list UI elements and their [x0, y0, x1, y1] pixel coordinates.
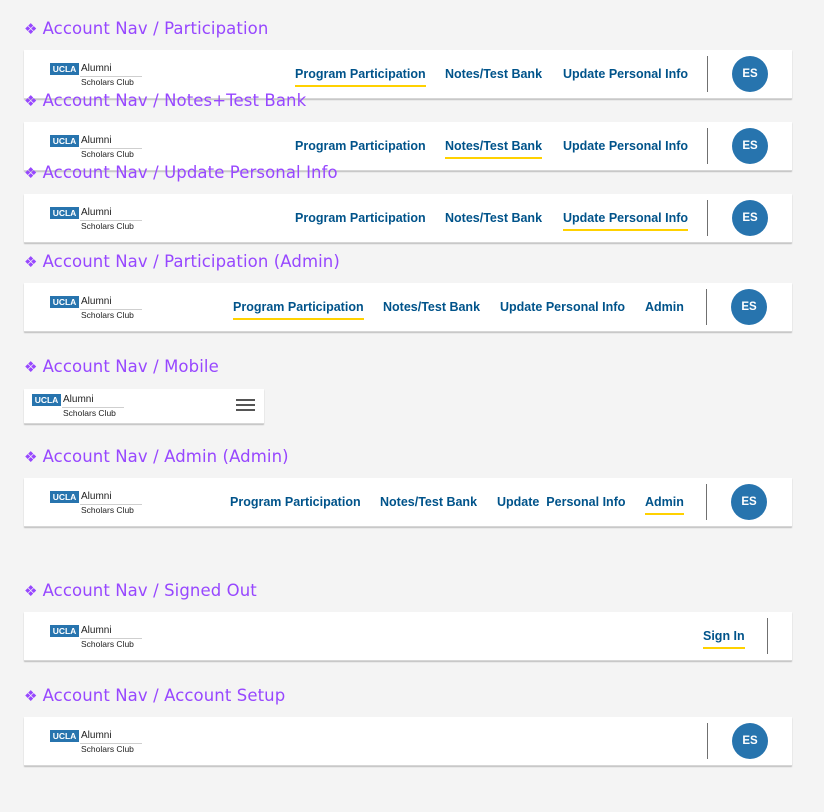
ucla-alumni-logo[interactable]: UCLA Alumni Scholars Club [50, 491, 142, 517]
component-diamond-icon: ❖ [24, 448, 38, 466]
menu-line [236, 404, 255, 406]
frame-title: ❖ Account Nav / Participation [24, 19, 269, 38]
logo-badge: UCLA [50, 730, 79, 742]
account-nav-bar: UCLA Alumni Scholars Club ES [24, 717, 792, 766]
nav-link-notes-test-bank[interactable]: Notes/Test Bank [445, 50, 542, 98]
frame-title: ❖ Account Nav / Notes+Test Bank [24, 91, 307, 110]
user-avatar[interactable]: ES [732, 128, 768, 164]
nav-link-program-participation[interactable]: Program Participation [233, 283, 364, 331]
sign-in-link[interactable]: Sign In [703, 612, 745, 660]
user-avatar[interactable]: ES [732, 723, 768, 759]
user-avatar[interactable]: ES [732, 56, 768, 92]
frame-title: ❖ Account Nav / Signed Out [24, 581, 257, 600]
logo-badge: UCLA [50, 135, 79, 147]
logo-badge: UCLA [50, 625, 79, 637]
nav-divider [706, 484, 707, 520]
nav-link-update-personal-info[interactable]: Update Personal Info [497, 478, 626, 526]
menu-line [236, 409, 255, 411]
user-avatar[interactable]: ES [731, 484, 767, 520]
nav-link-update-personal-info[interactable]: Update Personal Info [563, 122, 688, 170]
frame-title: ❖ Account Nav / Admin (Admin) [24, 447, 289, 466]
ucla-alumni-logo[interactable]: UCLA Alumni Scholars Club [50, 207, 142, 233]
frame-title: ❖ Account Nav / Update Personal Info [24, 163, 338, 182]
nav-link-notes-test-bank[interactable]: Notes/Test Bank [383, 283, 480, 331]
logo-line-2: Scholars Club [81, 505, 134, 515]
nav-link-notes-test-bank[interactable]: Notes/Test Bank [445, 122, 543, 170]
component-diamond-icon: ❖ [24, 358, 38, 376]
nav-link-notes-test-bank[interactable]: Notes/Test Bank [445, 194, 542, 242]
nav-link-program-participation[interactable]: Program Participation [295, 50, 426, 98]
logo-line-2: Scholars Club [81, 310, 134, 320]
user-avatar[interactable]: ES [732, 200, 768, 236]
logo-line-1: Alumni [81, 63, 112, 74]
nav-link-program-participation[interactable]: Program Participation [230, 478, 361, 526]
logo-line-1: Alumni [81, 135, 112, 146]
nav-link-admin[interactable]: Admin [645, 478, 684, 526]
component-diamond-icon: ❖ [24, 164, 38, 182]
nav-link-update-personal-info[interactable]: Update Personal Info [563, 50, 688, 98]
ucla-alumni-logo[interactable]: UCLA Alumni Scholars Club [50, 625, 142, 651]
ucla-alumni-logo[interactable]: UCLA Alumni Scholars Club [50, 63, 142, 89]
logo-badge: UCLA [50, 296, 79, 308]
component-diamond-icon: ❖ [24, 253, 38, 271]
menu-line [236, 399, 255, 401]
logo-line-2: Scholars Club [81, 149, 134, 159]
frame-title: ❖ Account Nav / Participation (Admin) [24, 252, 340, 271]
nav-divider [707, 200, 708, 236]
user-avatar[interactable]: ES [731, 289, 767, 325]
logo-line-1: Alumni [81, 296, 112, 307]
logo-line-1: Alumni [81, 491, 112, 502]
component-diamond-icon: ❖ [24, 582, 38, 600]
frame-title: ❖ Account Nav / Account Setup [24, 686, 286, 705]
nav-divider [707, 128, 708, 164]
logo-line-2: Scholars Club [81, 744, 134, 754]
logo-line-1: Alumni [81, 625, 112, 636]
component-diamond-icon: ❖ [24, 20, 38, 38]
logo-line-2: Scholars Club [63, 408, 116, 418]
nav-link-notes-test-bank[interactable]: Notes/Test Bank [380, 478, 477, 526]
logo-badge: UCLA [50, 491, 79, 503]
logo-line-1: Alumni [81, 207, 112, 218]
account-nav-bar: UCLA Alumni Scholars Club Program Particip… [24, 283, 792, 332]
nav-link-admin[interactable]: Admin [645, 283, 684, 331]
account-nav-bar: UCLA Alumni Scholars Club Program Particip… [24, 194, 792, 243]
logo-badge: UCLA [50, 207, 79, 219]
logo-line-1: Alumni [81, 730, 112, 741]
nav-link-program-participation[interactable]: Program Participation [295, 194, 426, 242]
hamburger-menu-icon[interactable] [236, 399, 256, 413]
logo-line-1: Alumni [63, 394, 94, 405]
component-diamond-icon: ❖ [24, 687, 38, 705]
nav-link-update-personal-info[interactable]: Update Personal Info [563, 194, 689, 242]
ucla-alumni-logo[interactable]: UCLA Alumni Scholars Club [50, 135, 142, 161]
logo-line-2: Scholars Club [81, 639, 134, 649]
frame-title: ❖ Account Nav / Mobile [24, 357, 219, 376]
ucla-alumni-logo[interactable]: UCLA Alumni Scholars Club [32, 394, 124, 420]
nav-divider [706, 289, 707, 325]
logo-badge: UCLA [50, 63, 79, 75]
nav-link-update-personal-info[interactable]: Update Personal Info [500, 283, 625, 331]
account-nav-bar: UCLA Alumni Scholars Club Program Particip… [24, 478, 792, 527]
component-diamond-icon: ❖ [24, 92, 38, 110]
ucla-alumni-logo[interactable]: UCLA Alumni Scholars Club [50, 730, 142, 756]
logo-line-2: Scholars Club [81, 221, 134, 231]
nav-divider [707, 56, 708, 92]
logo-line-2: Scholars Club [81, 77, 134, 87]
ucla-alumni-logo[interactable]: UCLA Alumni Scholars Club [50, 296, 142, 322]
nav-divider [767, 618, 768, 654]
nav-divider [707, 723, 708, 759]
logo-badge: UCLA [32, 394, 61, 406]
account-nav-bar-mobile: UCLA Alumni Scholars Club [24, 389, 264, 424]
account-nav-bar: UCLA Alumni Scholars Club Sign In [24, 612, 792, 661]
